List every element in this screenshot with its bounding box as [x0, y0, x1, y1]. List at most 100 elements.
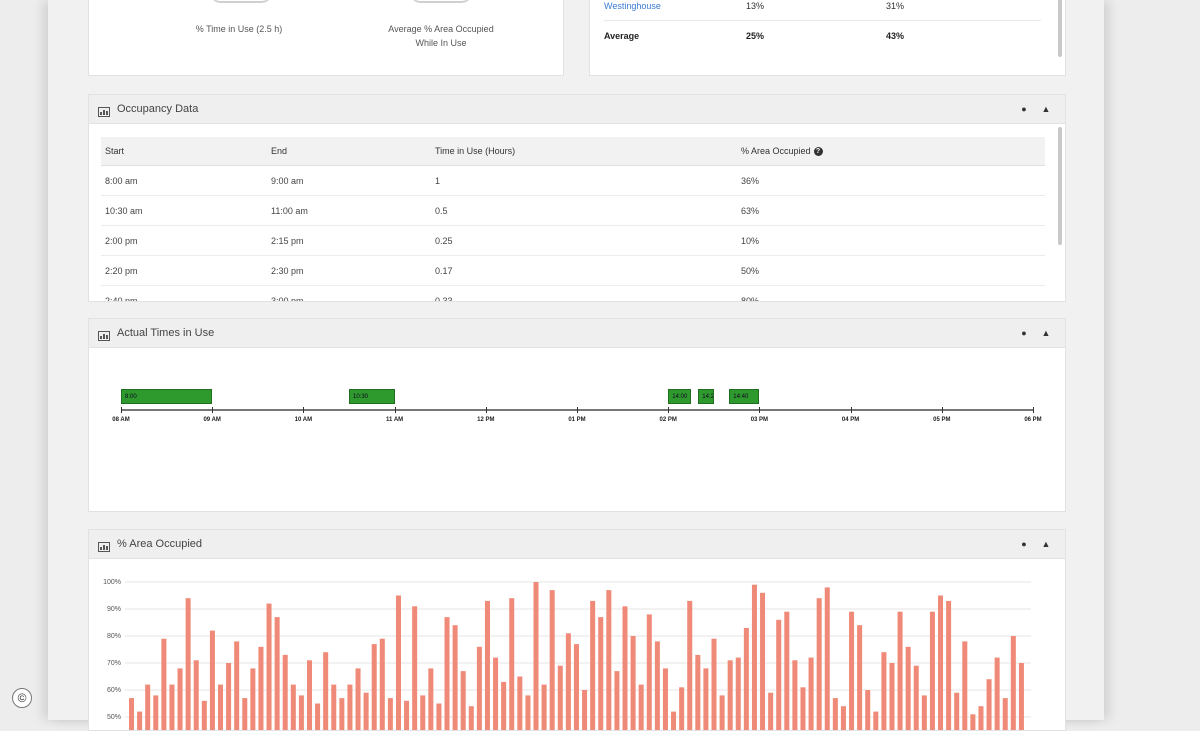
chart-bar[interactable]: [290, 684, 296, 730]
chart-bar[interactable]: [266, 603, 272, 730]
column-header-end[interactable]: End: [271, 146, 287, 156]
chart-bar[interactable]: [800, 687, 806, 730]
chevron-up-icon[interactable]: ▲: [1039, 102, 1053, 116]
chart-bar[interactable]: [460, 671, 466, 730]
chart-bar[interactable]: [298, 695, 304, 730]
chart-bar[interactable]: [986, 679, 992, 730]
chart-bar[interactable]: [751, 584, 757, 730]
chart-bar[interactable]: [970, 714, 976, 730]
chart-bar[interactable]: [735, 657, 741, 730]
info-icon[interactable]: ?: [813, 147, 823, 157]
timeline-segment[interactable]: 10:30: [349, 389, 395, 404]
chart-bar[interactable]: [662, 668, 668, 730]
chart-bar[interactable]: [363, 692, 369, 730]
column-header-area-occupied[interactable]: % Area Occupied?: [741, 146, 823, 157]
chart-bar[interactable]: [137, 711, 143, 730]
chart-bar[interactable]: [776, 619, 782, 730]
chart-bar[interactable]: [355, 668, 361, 730]
chart-bar[interactable]: [525, 695, 531, 730]
chart-bar[interactable]: [606, 590, 612, 730]
chart-bar[interactable]: [339, 698, 345, 730]
chart-bar[interactable]: [622, 606, 628, 730]
chart-bar[interactable]: [428, 668, 434, 730]
chart-bar[interactable]: [129, 698, 135, 730]
chart-bar[interactable]: [476, 646, 482, 730]
chart-bar[interactable]: [768, 692, 774, 730]
chevron-up-icon[interactable]: ▲: [1039, 326, 1053, 340]
timeline-segment[interactable]: 14:20: [698, 389, 714, 404]
chart-bar[interactable]: [387, 698, 393, 730]
chart-bar[interactable]: [331, 684, 337, 730]
chart-bar[interactable]: [711, 638, 717, 730]
chart-bar[interactable]: [695, 654, 701, 730]
chart-bar[interactable]: [565, 633, 571, 730]
chart-bar[interactable]: [242, 698, 248, 730]
chart-bar[interactable]: [573, 644, 579, 730]
chart-bar[interactable]: [824, 587, 830, 730]
chart-bar[interactable]: [865, 690, 871, 730]
chart-bar[interactable]: [404, 700, 410, 730]
chart-bar[interactable]: [954, 692, 960, 730]
chart-bar[interactable]: [808, 657, 814, 730]
chart-bar[interactable]: [234, 641, 240, 730]
chart-bar[interactable]: [905, 646, 911, 730]
chart-bar[interactable]: [784, 611, 790, 730]
chart-bar[interactable]: [533, 582, 539, 730]
chart-bar[interactable]: [379, 638, 385, 730]
chart-bar[interactable]: [161, 638, 167, 730]
chart-bar[interactable]: [517, 676, 523, 731]
chart-bar[interactable]: [209, 630, 215, 730]
chart-bar[interactable]: [857, 625, 863, 730]
chart-bar[interactable]: [719, 695, 725, 730]
chart-bar[interactable]: [1002, 698, 1008, 730]
chart-bar[interactable]: [501, 681, 507, 730]
chart-bar[interactable]: [557, 665, 563, 730]
chart-bar[interactable]: [371, 644, 377, 730]
chart-bar[interactable]: [169, 684, 175, 730]
timeline-segment[interactable]: 8:00: [121, 389, 213, 404]
chart-bar[interactable]: [849, 611, 855, 730]
chart-bar[interactable]: [614, 671, 620, 730]
occupancy-scrollbar[interactable]: [1058, 127, 1062, 245]
chart-bar[interactable]: [598, 617, 604, 730]
chart-bar[interactable]: [630, 636, 636, 730]
column-header-start[interactable]: Start: [105, 146, 124, 156]
chart-bar[interactable]: [873, 711, 879, 730]
chart-bar[interactable]: [743, 627, 749, 730]
chart-bar[interactable]: [493, 657, 499, 730]
eye-icon[interactable]: ●: [1017, 326, 1031, 340]
chart-bar[interactable]: [760, 592, 766, 730]
chart-bar[interactable]: [679, 687, 685, 730]
column-header-time-in-use[interactable]: Time in Use (Hours): [435, 146, 515, 156]
chart-bar[interactable]: [541, 684, 547, 730]
chart-bar[interactable]: [654, 641, 660, 730]
chart-bar[interactable]: [946, 600, 952, 730]
chart-bar[interactable]: [582, 690, 588, 730]
timeline-segment[interactable]: 14:00: [668, 389, 691, 404]
chart-bar[interactable]: [145, 684, 151, 730]
chart-bar[interactable]: [978, 706, 984, 730]
chart-bar[interactable]: [703, 668, 709, 730]
chart-bar[interactable]: [436, 703, 442, 731]
eye-icon[interactable]: ●: [1017, 537, 1031, 551]
chart-bar[interactable]: [420, 695, 426, 730]
chart-bar[interactable]: [185, 598, 191, 730]
chart-bar[interactable]: [929, 611, 935, 730]
chart-bar[interactable]: [549, 590, 555, 730]
chart-bar[interactable]: [412, 606, 418, 730]
chart-bar[interactable]: [258, 646, 264, 730]
chart-bar[interactable]: [153, 695, 159, 730]
chart-bar[interactable]: [832, 698, 838, 730]
chart-bar[interactable]: [323, 652, 329, 730]
chart-bar[interactable]: [881, 652, 887, 730]
chart-bar[interactable]: [638, 684, 644, 730]
chart-bar[interactable]: [444, 617, 450, 730]
chart-bar[interactable]: [282, 654, 288, 730]
chart-bar[interactable]: [897, 611, 903, 730]
chart-bar[interactable]: [1010, 636, 1016, 730]
chart-bar[interactable]: [962, 641, 968, 730]
chart-bar[interactable]: [217, 684, 224, 730]
chart-bar[interactable]: [921, 695, 927, 730]
chart-bar[interactable]: [687, 600, 693, 730]
chart-bar[interactable]: [590, 600, 596, 730]
